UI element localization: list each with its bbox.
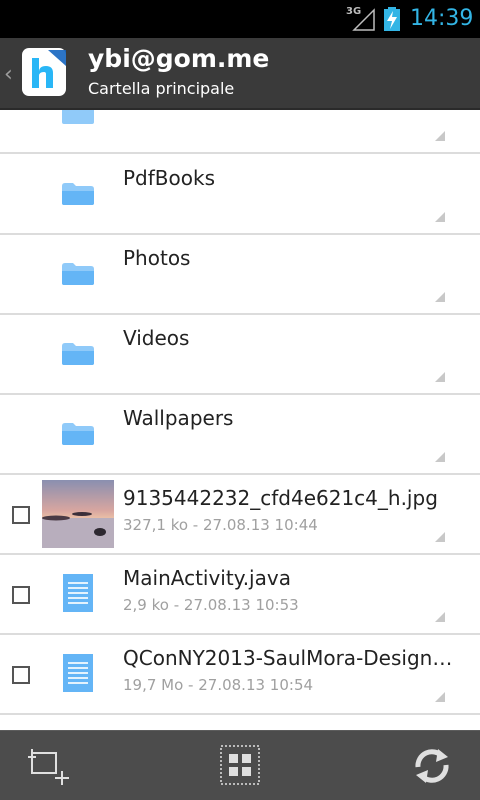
context-corner-icon[interactable]: [435, 692, 445, 702]
bottom-action-bar: [0, 730, 480, 800]
hubic-logo-icon[interactable]: [20, 46, 68, 98]
signal-icon: [352, 8, 375, 31]
clock: 14:39: [410, 6, 474, 31]
file-name: QConNY2013-SaulMora-Design…: [123, 646, 453, 670]
list-item-folder[interactable]: Wallpapers: [0, 394, 480, 475]
context-corner-icon[interactable]: [435, 612, 445, 622]
file-name: MainActivity.java: [123, 566, 291, 590]
document-icon: [63, 574, 93, 612]
battery-charging-icon: [384, 7, 400, 31]
account-title: ybi@gom.me: [88, 44, 270, 73]
folder-icon: [62, 423, 94, 445]
list-item-folder[interactable]: [0, 110, 480, 154]
folder-icon: [62, 343, 94, 365]
image-thumbnail: [42, 480, 114, 548]
file-meta: 327,1 ko - 27.08.13 10:44: [123, 516, 318, 534]
folder-name: Wallpapers: [123, 406, 234, 430]
list-item-file[interactable]: MainActivity.java 2,9 ko - 27.08.13 10:5…: [0, 554, 480, 635]
context-corner-icon[interactable]: [435, 452, 445, 462]
list-item-file[interactable]: 9135442232_cfd4e621c4_h.jpg 327,1 ko - 2…: [0, 474, 480, 555]
folder-icon: [62, 110, 94, 124]
context-corner-icon[interactable]: [435, 212, 445, 222]
context-corner-icon[interactable]: [435, 532, 445, 542]
folder-name: PdfBooks: [123, 166, 215, 190]
file-list: PdfBooks Photos Videos Wallpapers 913544…: [0, 110, 480, 730]
file-meta: 19,7 Mo - 27.08.13 10:54: [123, 676, 314, 694]
document-icon: [63, 654, 93, 692]
grid-view-icon[interactable]: [216, 743, 264, 789]
file-meta: 2,9 ko - 27.08.13 10:53: [123, 596, 299, 614]
context-corner-icon[interactable]: [435, 372, 445, 382]
folder-icon: [62, 183, 94, 205]
action-bar: ‹ ybi@gom.me Cartella principale: [0, 38, 480, 110]
select-checkbox[interactable]: [12, 666, 30, 684]
list-item-file[interactable]: QConNY2013-SaulMora-Design… 19,7 Mo - 27…: [0, 634, 480, 715]
folder-name: Videos: [123, 326, 190, 350]
folder-name: Photos: [123, 246, 191, 270]
refresh-icon[interactable]: [408, 743, 456, 789]
folder-subtitle: Cartella principale: [88, 79, 235, 98]
list-item-folder[interactable]: PdfBooks: [0, 154, 480, 235]
context-corner-icon[interactable]: [435, 292, 445, 302]
back-chevron-icon[interactable]: ‹: [4, 62, 13, 87]
status-bar: 3G 14:39: [0, 0, 480, 38]
file-name: 9135442232_cfd4e621c4_h.jpg: [123, 486, 438, 510]
context-corner-icon[interactable]: [435, 131, 445, 141]
select-checkbox[interactable]: [12, 586, 30, 604]
list-item-folder[interactable]: Photos: [0, 234, 480, 315]
select-add-icon[interactable]: [24, 743, 72, 789]
list-item-folder[interactable]: Videos: [0, 314, 480, 395]
folder-icon: [62, 263, 94, 285]
select-checkbox[interactable]: [12, 506, 30, 524]
